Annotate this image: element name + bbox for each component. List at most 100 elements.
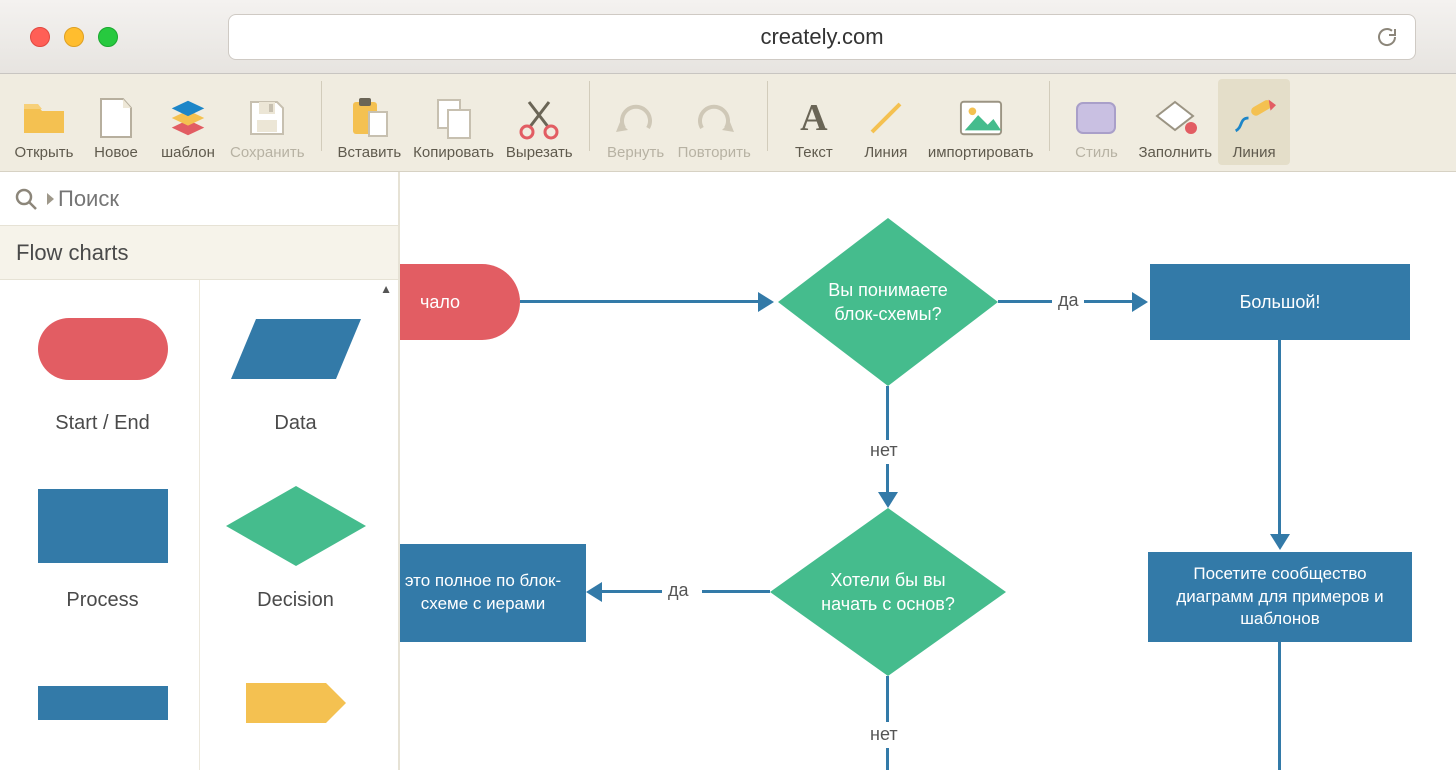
shape-label: Start / End: [55, 412, 150, 435]
toolbar-separator: [321, 81, 322, 151]
line-label: Линия: [864, 144, 907, 161]
fill-button[interactable]: Заполнить: [1132, 79, 1218, 165]
edge: [998, 300, 1052, 303]
undo-label: Вернуть: [607, 144, 664, 161]
new-label: Новое: [94, 144, 138, 161]
shape-process[interactable]: Process: [6, 473, 199, 620]
search-input[interactable]: [52, 186, 398, 212]
address-bar[interactable]: creately.com: [228, 14, 1416, 60]
edge: [886, 676, 889, 722]
main-area: Flow charts ▲ Start / End Data Process D…: [0, 172, 1456, 770]
line2-label: Линия: [1233, 144, 1276, 161]
search-row: [0, 172, 398, 226]
style-button[interactable]: Стиль: [1060, 79, 1132, 165]
browser-chrome: creately.com: [0, 0, 1456, 74]
window-controls: [30, 27, 118, 47]
toolbar-separator: [1049, 81, 1050, 151]
node-text: чало: [420, 290, 460, 314]
copy-button[interactable]: Копировать: [407, 79, 500, 165]
edge-label-no: нет: [870, 724, 898, 745]
node-decision-2[interactable]: Хотели бы вы начать с основ?: [770, 508, 1006, 676]
open-button[interactable]: Открыть: [8, 79, 80, 165]
undo-button[interactable]: Вернуть: [600, 79, 672, 165]
new-button[interactable]: Новое: [80, 79, 152, 165]
category-label: Flow charts: [16, 240, 128, 266]
edge-label-yes: да: [1058, 290, 1079, 311]
shape-data[interactable]: Data: [199, 296, 392, 443]
save-button[interactable]: Сохранить: [224, 79, 311, 165]
edge: [1278, 340, 1281, 536]
toolbar-separator: [589, 81, 590, 151]
cut-button[interactable]: Вырезать: [500, 79, 579, 165]
import-label: импортировать: [928, 144, 1034, 161]
edge: [886, 748, 889, 770]
maximize-window-button[interactable]: [98, 27, 118, 47]
style-icon: [1074, 96, 1118, 140]
folder-icon: [22, 96, 66, 140]
redo-button[interactable]: Повторить: [672, 79, 757, 165]
arrow-icon: [1132, 292, 1148, 312]
save-icon: [245, 96, 289, 140]
template-icon: [166, 96, 210, 140]
redo-icon: [692, 96, 736, 140]
line-style-button[interactable]: Линия: [1218, 79, 1290, 165]
template-label: шаблон: [161, 144, 215, 161]
arrow-icon: [878, 492, 898, 508]
paste-button[interactable]: Вставить: [332, 79, 408, 165]
node-guide[interactable]: это полное по блок-схеме с иерами: [400, 544, 586, 642]
line-icon: [864, 96, 908, 140]
toolbar-separator: [767, 81, 768, 151]
url-text: creately.com: [760, 24, 883, 50]
copy-icon: [432, 96, 476, 140]
text-icon: A: [792, 96, 836, 140]
shape-extra-1[interactable]: [6, 650, 199, 756]
paste-label: Вставить: [338, 144, 402, 161]
node-text: Большой!: [1240, 290, 1321, 314]
search-icon[interactable]: [0, 187, 52, 211]
node-community[interactable]: Посетите сообщество диаграмм для примеро…: [1148, 552, 1412, 642]
node-great[interactable]: Большой!: [1150, 264, 1410, 340]
edge-label-yes: да: [668, 580, 689, 601]
shape-sidebar: Flow charts ▲ Start / End Data Process D…: [0, 172, 400, 770]
edge: [702, 590, 770, 593]
scroll-up-icon[interactable]: ▲: [380, 282, 392, 296]
edge: [886, 386, 889, 440]
template-button[interactable]: шаблон: [152, 79, 224, 165]
shape-extra-2[interactable]: [199, 650, 392, 756]
open-label: Открыть: [15, 144, 74, 161]
arrow-icon: [758, 292, 774, 312]
text-button[interactable]: A Текст: [778, 79, 850, 165]
redo-label: Повторить: [678, 144, 751, 161]
node-decision-1[interactable]: Вы понимаете блок-схемы?: [778, 218, 998, 386]
fill-label: Заполнить: [1138, 144, 1212, 161]
category-header[interactable]: Flow charts: [0, 226, 398, 280]
edge: [600, 590, 662, 593]
node-text: Хотели бы вы начать с основ?: [800, 568, 976, 617]
new-doc-icon: [94, 96, 138, 140]
edge-label-no: нет: [870, 440, 898, 461]
image-icon: [959, 96, 1003, 140]
line-button[interactable]: Линия: [850, 79, 922, 165]
shape-label: Process: [66, 589, 138, 612]
arrow-icon: [1270, 534, 1290, 550]
node-text: это полное по блок-схеме с иерами: [400, 570, 576, 616]
node-text: Посетите сообщество диаграмм для примеро…: [1158, 563, 1402, 632]
shape-label: Data: [274, 412, 316, 435]
reload-icon[interactable]: [1375, 25, 1399, 49]
pencil-line-icon: [1232, 96, 1276, 140]
import-button[interactable]: импортировать: [922, 79, 1040, 165]
minimize-window-button[interactable]: [64, 27, 84, 47]
save-label: Сохранить: [230, 144, 305, 161]
node-start[interactable]: чало: [400, 264, 520, 340]
text-label: Текст: [795, 144, 833, 161]
paste-icon: [347, 96, 391, 140]
edge: [1084, 300, 1134, 303]
cut-icon: [517, 96, 561, 140]
close-window-button[interactable]: [30, 27, 50, 47]
arrow-icon: [586, 582, 602, 602]
diagram-canvas[interactable]: чало Вы понимаете блок-схемы? да Большой…: [400, 172, 1456, 770]
shape-start-end[interactable]: Start / End: [6, 296, 199, 443]
cut-label: Вырезать: [506, 144, 573, 161]
undo-icon: [614, 96, 658, 140]
shape-decision[interactable]: Decision: [199, 473, 392, 620]
